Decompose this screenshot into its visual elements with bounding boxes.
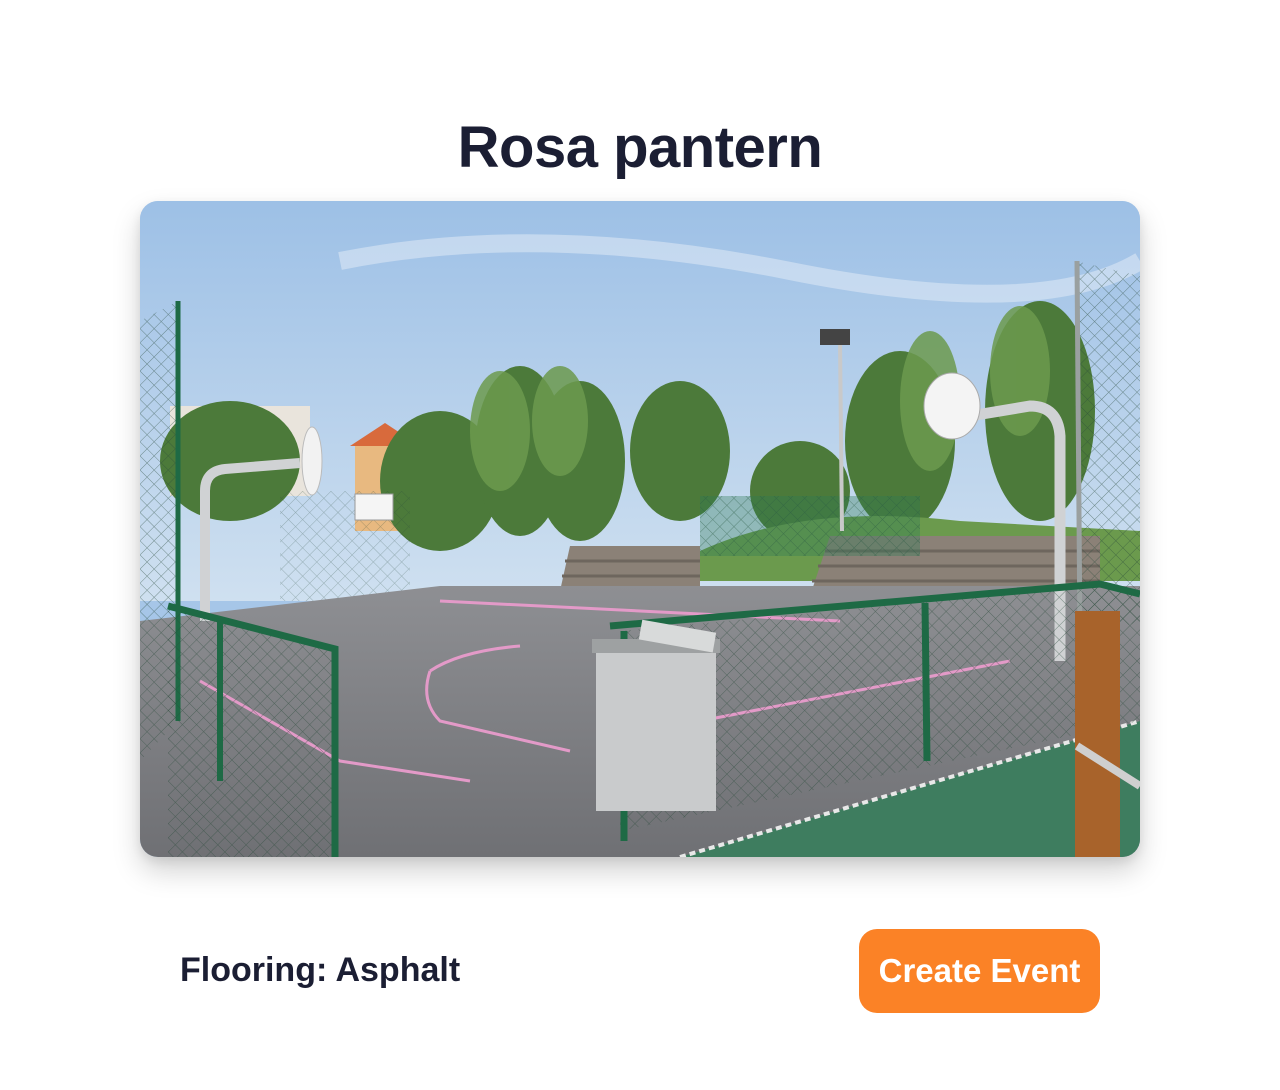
create-event-button[interactable]: Create Event — [859, 929, 1100, 1013]
flooring-info: Flooring: Asphalt — [180, 951, 461, 989]
page-title: Rosa pantern — [457, 115, 823, 180]
court-photo — [140, 201, 1140, 857]
court-photo-illustration — [140, 201, 1140, 857]
